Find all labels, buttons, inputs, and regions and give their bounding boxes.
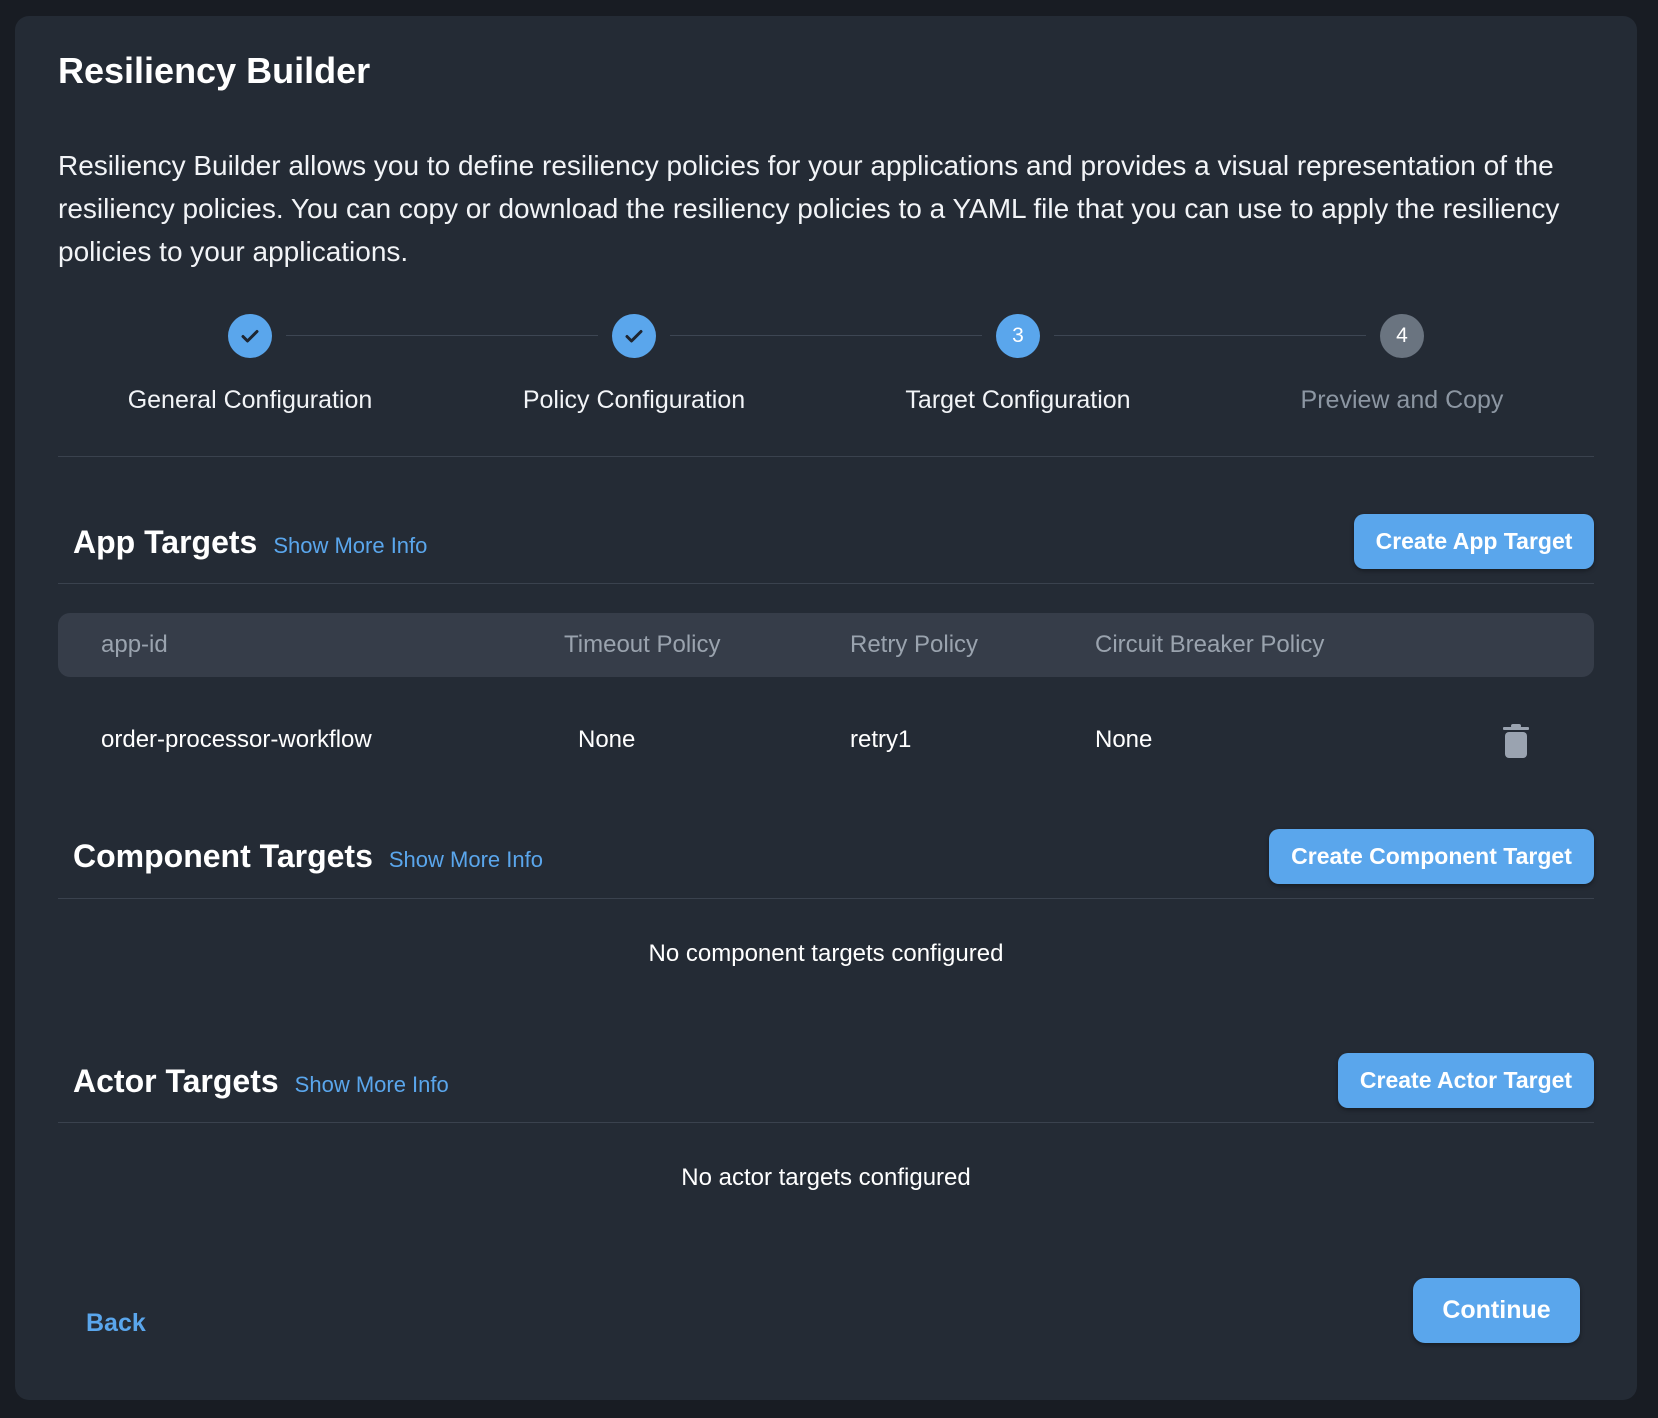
step-number: 3 [996,314,1040,358]
cell-retry-policy: retry1 [850,726,912,753]
section-title: Component Targets [73,838,373,874]
step-number: 4 [1380,314,1424,358]
divider [58,456,1594,457]
column-header: app-id [101,631,168,658]
actor-targets-empty-message: No actor targets configured [681,1164,971,1191]
show-more-info-link[interactable]: Show More Info [273,533,427,559]
page-title: Resiliency Builder [58,50,371,91]
step-preview-and-copy[interactable]: 4 Preview and Copy [1210,314,1594,415]
section-title: App Targets [73,524,258,560]
back-button[interactable]: Back [86,1309,146,1338]
cell-timeout-policy: None [578,726,636,753]
step-label: Preview and Copy [1300,386,1504,414]
check-icon [228,314,272,358]
show-more-info-link[interactable]: Show More Info [389,847,543,873]
column-header: Retry Policy [850,631,979,658]
check-icon [612,314,656,358]
continue-button[interactable]: Continue [1413,1278,1580,1343]
component-targets-empty-message: No component targets configured [648,940,1004,967]
divider [58,583,1594,584]
component-targets-header: Component Targets Show More Info [73,838,543,875]
step-target-configuration[interactable]: 3 Target Configuration [826,314,1210,415]
cell-app-id: order-processor-workflow [101,726,372,753]
divider [58,1122,1594,1123]
trash-icon[interactable] [1501,722,1531,760]
step-general-configuration[interactable]: General Configuration [58,314,442,415]
page-description: Resiliency Builder allows you to define … [58,150,1560,267]
app-targets-table-header: app-id Timeout Policy Retry Policy Circu… [58,613,1594,677]
column-header: Circuit Breaker Policy [1095,631,1325,658]
step-label: Target Configuration [905,386,1131,414]
create-component-target-button[interactable]: Create Component Target [1269,829,1594,884]
step-label: Policy Configuration [522,386,746,414]
step-label: General Configuration [127,386,373,414]
section-title: Actor Targets [73,1063,279,1099]
create-app-target-button[interactable]: Create App Target [1354,514,1594,569]
app-targets-header: App Targets Show More Info [73,524,427,561]
cell-circuit-breaker-policy: None [1095,726,1153,753]
column-header: Timeout Policy [564,631,721,658]
divider [58,898,1594,899]
resiliency-builder-card: Resiliency Builder Resiliency Builder al… [15,16,1637,1400]
create-actor-target-button[interactable]: Create Actor Target [1338,1053,1594,1108]
show-more-info-link[interactable]: Show More Info [295,1072,449,1098]
wizard-stepper: General Configuration Policy Configurati… [58,314,1594,454]
actor-targets-header: Actor Targets Show More Info [73,1063,449,1100]
step-policy-configuration[interactable]: Policy Configuration [442,314,826,415]
